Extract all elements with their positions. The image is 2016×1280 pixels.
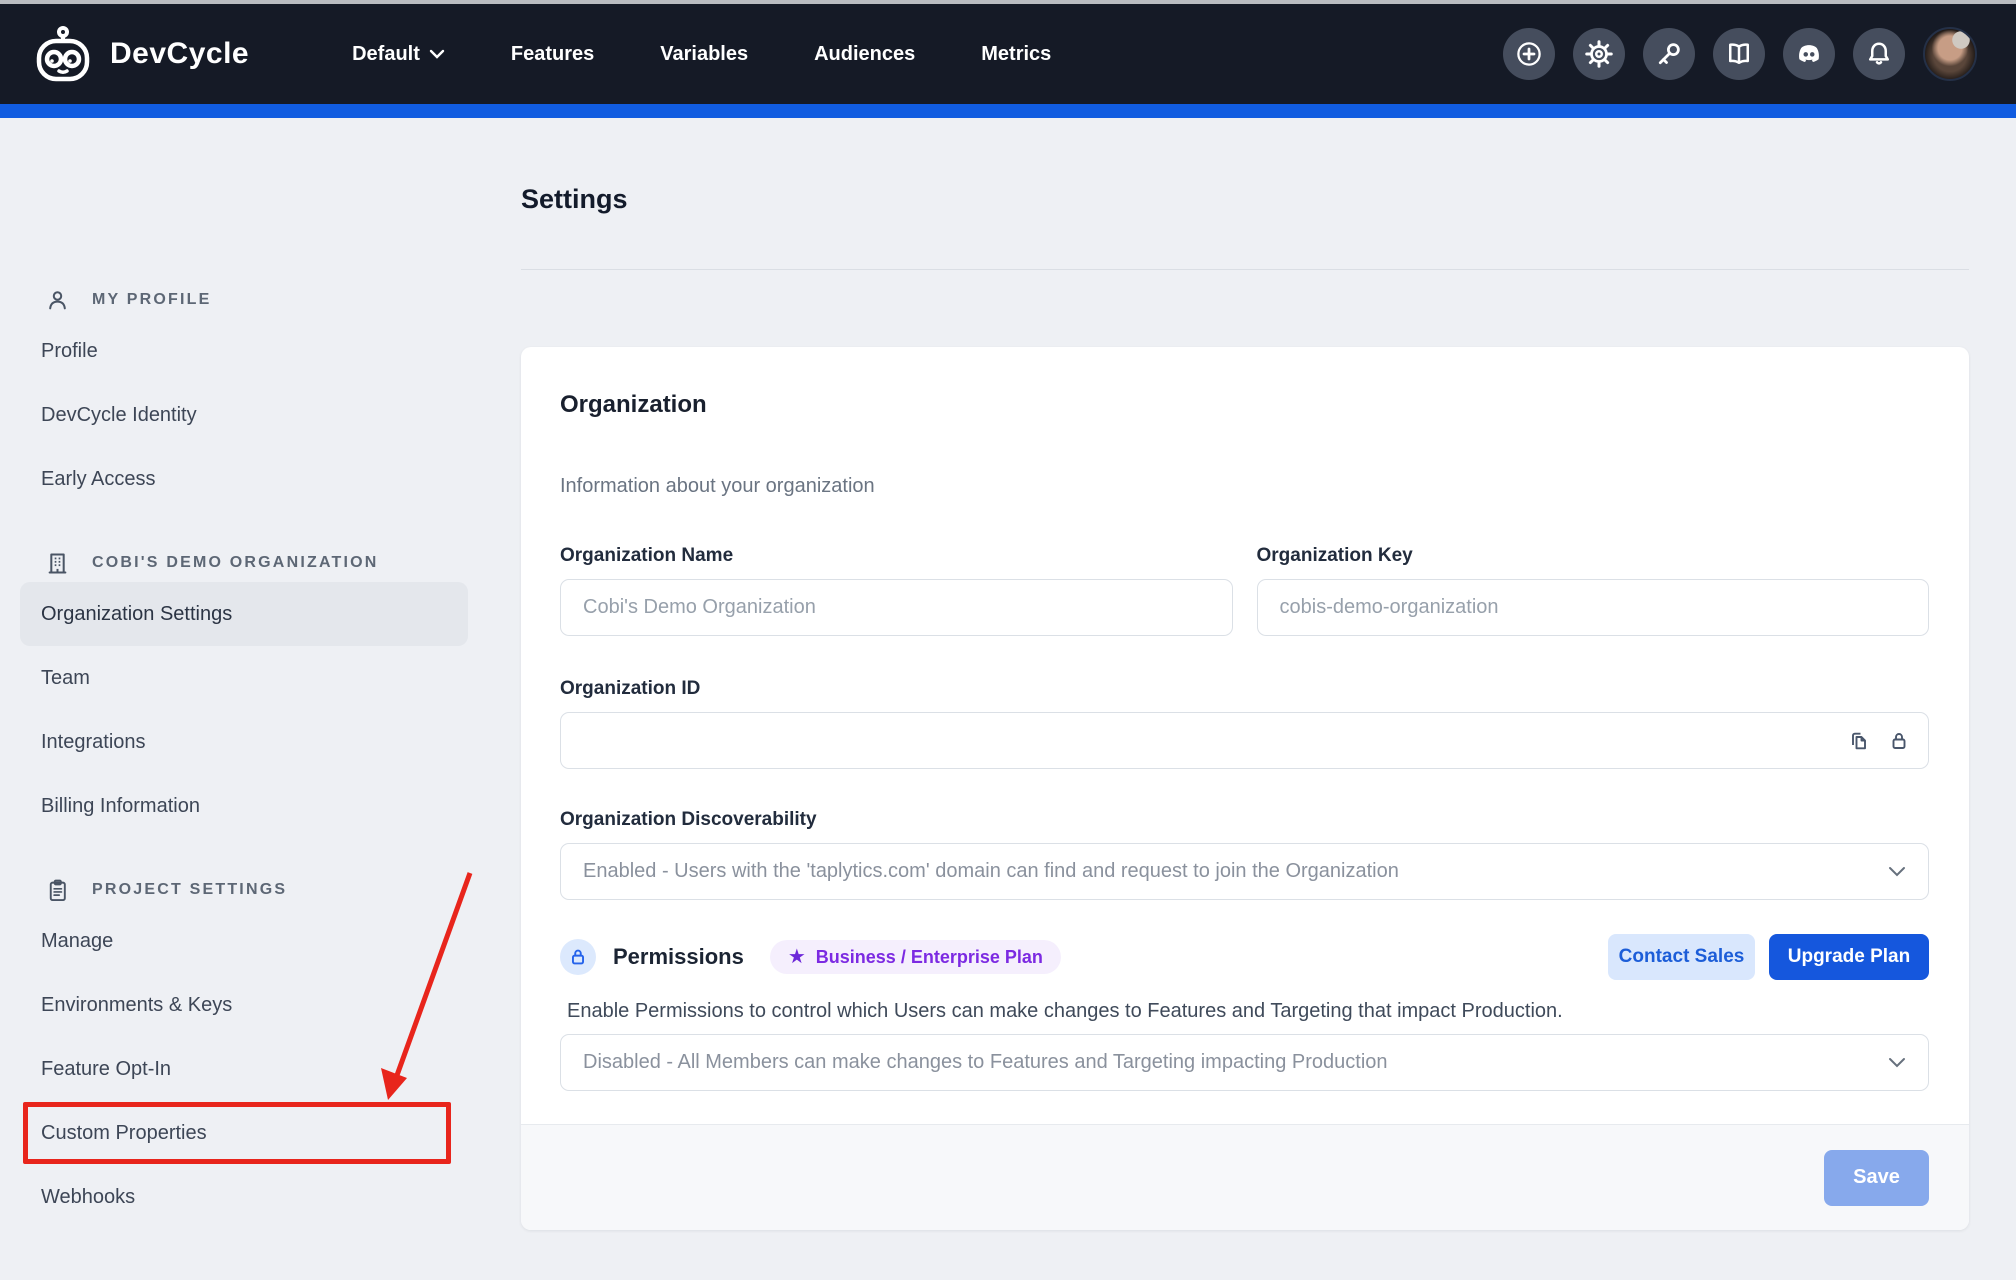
discord-icon: [1794, 39, 1824, 69]
save-button[interactable]: Save: [1824, 1150, 1929, 1206]
star-icon: ★: [788, 947, 806, 967]
sidebar-item-environments-keys[interactable]: Environments & Keys: [20, 973, 468, 1037]
org-id-field: Organization ID: [560, 678, 1929, 769]
permissions-header-row: Permissions ★ Business / Enterprise Plan…: [560, 934, 1929, 980]
settings-main: Settings Organization Information about …: [490, 118, 2016, 1230]
org-id-input[interactable]: [560, 712, 1929, 769]
discoverability-label: Organization Discoverability: [560, 809, 1929, 831]
chevron-down-icon: [429, 49, 445, 59]
sidebar-item-integrations[interactable]: Integrations: [20, 710, 468, 774]
card-footer: Save: [521, 1124, 1969, 1230]
sidebar-item-early-access[interactable]: Early Access: [20, 447, 468, 511]
permissions-title: Permissions: [613, 944, 744, 970]
sidebar-item-manage[interactable]: Manage: [20, 909, 468, 973]
org-id-label: Organization ID: [560, 678, 1929, 700]
nav-links: Default Features Variables Audiences Met…: [319, 43, 1084, 66]
section-my-profile: MY PROFILE: [20, 286, 490, 314]
org-name-field: Organization Name: [560, 545, 1233, 636]
gear-icon: [1584, 39, 1614, 69]
org-key-input[interactable]: [1257, 579, 1930, 636]
lock-icon[interactable]: [1887, 729, 1911, 753]
devcycle-settings-page: DevCycle Default Features Variables Audi…: [0, 0, 2016, 1280]
sidebar-item-organization-settings[interactable]: Organization Settings: [20, 582, 468, 646]
upgrade-plan-button[interactable]: Upgrade Plan: [1769, 934, 1929, 980]
blue-lock-icon: [567, 946, 589, 968]
settings-button[interactable]: [1573, 28, 1625, 80]
section-organization: COBI'S DEMO ORGANIZATION: [20, 549, 490, 577]
accent-bar: [0, 104, 2016, 118]
clipboard-icon: [44, 877, 71, 904]
page-title: Settings: [521, 182, 1969, 216]
sidebar-item-webhooks[interactable]: Webhooks: [20, 1165, 468, 1229]
create-new-button[interactable]: [1503, 28, 1555, 80]
plan-badge: ★ Business / Enterprise Plan: [770, 940, 1061, 974]
top-navbar: DevCycle Default Features Variables Audi…: [0, 4, 2016, 104]
sidebar-item-profile[interactable]: Profile: [20, 319, 468, 383]
nav-item-audiences[interactable]: Audiences: [781, 43, 948, 66]
nav-item-metrics[interactable]: Metrics: [948, 43, 1084, 66]
person-icon: [44, 287, 71, 314]
nav-item-variables[interactable]: Variables: [627, 43, 781, 66]
discoverability-field: Organization Discoverability Enabled - U…: [560, 809, 1929, 900]
permissions-select[interactable]: Disabled - All Members can make changes …: [560, 1034, 1929, 1091]
nav-actions: [1503, 27, 1977, 81]
bell-icon: [1864, 39, 1894, 69]
building-icon: [44, 550, 71, 577]
devcycle-logo[interactable]: DevCycle: [30, 25, 249, 83]
notifications-button[interactable]: [1853, 28, 1905, 80]
chevron-down-icon: [1888, 866, 1906, 877]
sidebar-item-feature-opt-in[interactable]: Feature Opt-In: [20, 1037, 468, 1101]
org-key-label: Organization Key: [1257, 545, 1930, 567]
settings-sidebar: MY PROFILE Profile DevCycle Identity Ear…: [0, 118, 490, 1230]
sidebar-item-devcycle-identity[interactable]: DevCycle Identity: [20, 383, 468, 447]
api-keys-button[interactable]: [1643, 28, 1695, 80]
discoverability-select[interactable]: Enabled - Users with the 'taplytics.com'…: [560, 843, 1929, 900]
org-key-field: Organization Key: [1257, 545, 1930, 636]
sidebar-item-billing-information[interactable]: Billing Information: [20, 774, 468, 838]
sidebar-item-team[interactable]: Team: [20, 646, 468, 710]
org-name-input[interactable]: [560, 579, 1233, 636]
project-selector-default[interactable]: Default: [319, 43, 478, 66]
plus-circle-icon: [1514, 39, 1544, 69]
discord-button[interactable]: [1783, 28, 1835, 80]
open-book-icon: [1724, 39, 1754, 69]
org-name-label: Organization Name: [560, 545, 1233, 567]
card-title: Organization: [560, 389, 1929, 421]
nav-item-features[interactable]: Features: [478, 43, 627, 66]
copy-icon[interactable]: [1847, 729, 1871, 753]
permissions-description: Enable Permissions to control which User…: [567, 998, 1929, 1024]
title-divider: [521, 269, 1969, 270]
devcycle-robot-icon: [30, 25, 96, 83]
contact-sales-button[interactable]: Contact Sales: [1608, 934, 1755, 980]
card-subtitle: Information about your organization: [560, 473, 1929, 499]
user-avatar[interactable]: [1923, 27, 1977, 81]
organization-card: Organization Information about your orga…: [521, 347, 1969, 1230]
section-project-settings: PROJECT SETTINGS: [20, 876, 490, 904]
key-icon: [1654, 39, 1684, 69]
brand-name: DevCycle: [110, 37, 249, 71]
documentation-button[interactable]: [1713, 28, 1765, 80]
sidebar-item-custom-properties[interactable]: Custom Properties: [20, 1101, 468, 1165]
chevron-down-icon: [1888, 1057, 1906, 1068]
permissions-lock-badge: [560, 939, 596, 975]
